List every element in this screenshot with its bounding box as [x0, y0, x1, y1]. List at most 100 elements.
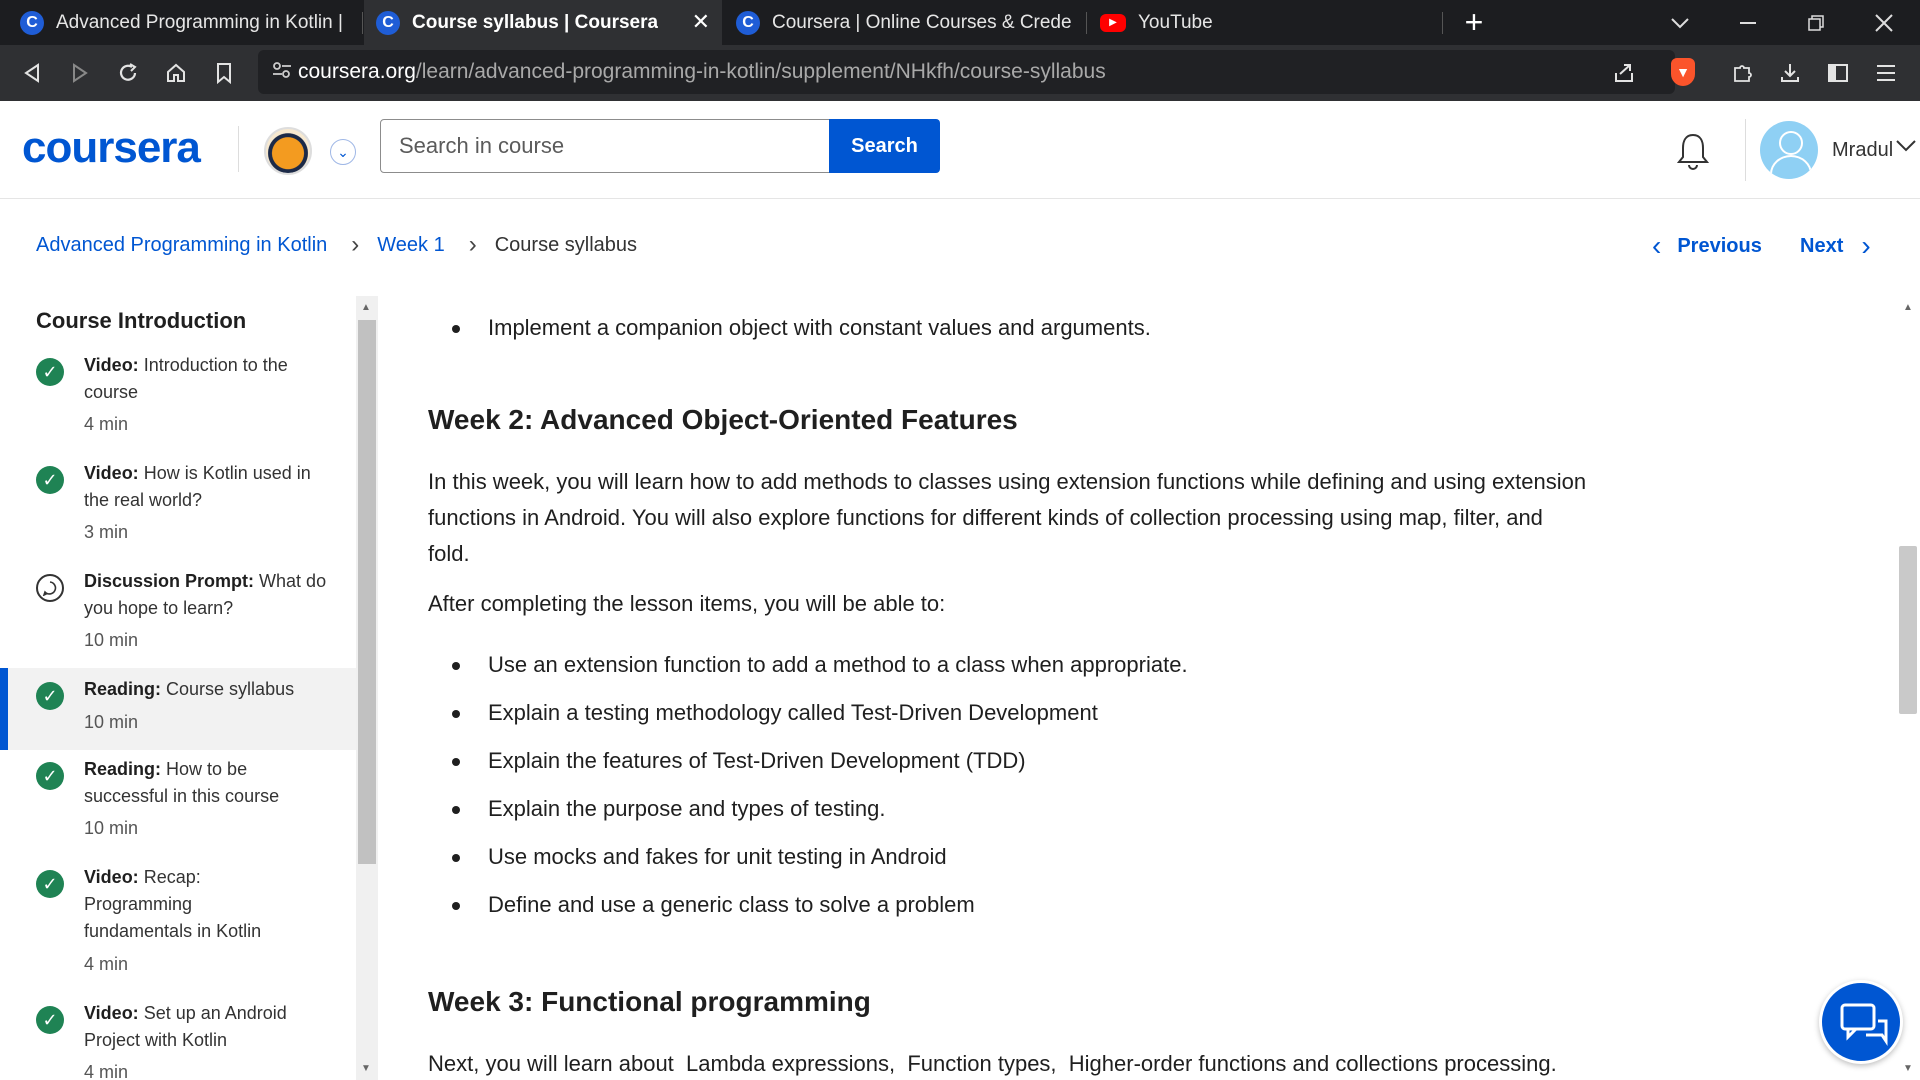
user-name[interactable]: Mradul	[1832, 139, 1893, 162]
sidebar-item-label: Video: Introduction to the course	[84, 352, 334, 406]
browser-tab[interactable]: C Advanced Programming in Kotlin | Cou	[8, 0, 360, 45]
brave-shield-icon[interactable]: ▼	[1671, 58, 1695, 86]
list-item: Explain the features of Test-Driven Deve…	[450, 745, 1188, 793]
list-item: Implement a companion object with consta…	[450, 312, 1151, 360]
sidebar-item-label: Video: Recap: Programming fundamentals i…	[84, 864, 284, 945]
tab-title: Advanced Programming in Kotlin | Cou	[56, 11, 348, 33]
chevron-right-icon: ›	[1861, 230, 1871, 261]
url-domain: coursera.org	[298, 60, 416, 83]
browser-tab-bar: C Advanced Programming in Kotlin | Cou C…	[0, 0, 1920, 45]
check-icon: ✓	[36, 682, 64, 710]
list-item: Use mocks and fakes for unit testing in …	[450, 841, 1188, 889]
item-duration: 3 min	[84, 522, 129, 542]
back-icon[interactable]	[12, 53, 52, 93]
week3-heading: Week 3: Functional programming	[428, 986, 871, 1017]
tab-search-chevron-icon[interactable]	[1650, 0, 1710, 45]
coursera-favicon-icon: C	[20, 10, 44, 35]
sidebar-item[interactable]: ✓ Reading: How to be successful in this …	[0, 750, 356, 858]
tab-title: Course syllabus | Coursera	[412, 11, 659, 33]
scrollbar-thumb[interactable]	[1899, 546, 1917, 714]
minimize-window-icon[interactable]	[1718, 0, 1778, 45]
notification-bell-icon[interactable]	[1676, 131, 1710, 171]
share-icon[interactable]	[1604, 53, 1644, 93]
item-duration: 4 min	[84, 954, 129, 974]
sidebar-item-label: Reading: How to be successful in this co…	[84, 756, 334, 810]
item-duration: 10 min	[84, 818, 139, 838]
sidebar-item[interactable]: ✓ Video: How is Kotlin used in the real …	[0, 454, 356, 562]
coursera-logo[interactable]: coursera	[22, 123, 201, 173]
week3-intro: Next, you will learn about Lambda expres…	[428, 1051, 1557, 1076]
chevron-down-icon[interactable]: ⌄	[330, 139, 356, 165]
list-item: Use an extension function to add a metho…	[450, 649, 1188, 697]
browser-tab-active[interactable]: C Course syllabus | Coursera ✕	[364, 0, 722, 45]
discussion-icon	[36, 574, 64, 602]
list-item: Explain a testing methodology called Tes…	[450, 697, 1188, 745]
chevron-right-icon: ›	[351, 231, 360, 258]
check-icon: ✓	[36, 358, 64, 386]
check-icon: ✓	[36, 762, 64, 790]
previous-label: Previous	[1677, 234, 1762, 257]
home-icon[interactable]	[156, 53, 196, 93]
reload-icon[interactable]	[108, 53, 148, 93]
list-item: Explain the purpose and types of testing…	[450, 793, 1188, 841]
close-tab-icon[interactable]: ✕	[692, 9, 710, 35]
tab-title: Coursera | Online Courses & Credentia	[772, 11, 1072, 33]
search-input[interactable]	[380, 119, 830, 173]
scroll-up-icon[interactable]: ▲	[361, 302, 371, 313]
chevron-left-icon: ‹	[1652, 230, 1662, 261]
sidebar-item[interactable]: ✓ Video: Recap: Programming fundamentals…	[0, 858, 356, 994]
item-type: Discussion Prompt:	[84, 571, 255, 591]
download-icon[interactable]	[1770, 53, 1810, 93]
check-icon: ✓	[36, 870, 64, 898]
chevron-down-icon[interactable]	[1896, 135, 1916, 158]
item-duration: 10 min	[84, 712, 139, 732]
new-tab-button[interactable]: +	[1444, 0, 1504, 45]
page-scrollbar[interactable]: ▲ ▼	[1895, 296, 1920, 1080]
bookmark-icon[interactable]	[204, 53, 244, 93]
sidebar-scrollbar[interactable]: ▲ ▼	[356, 296, 378, 1080]
sidebar-item[interactable]: ✓ Video: Set up an Android Project with …	[0, 994, 356, 1080]
sidebar-item-label: Video: How is Kotlin used in the real wo…	[84, 460, 334, 514]
avatar[interactable]	[1760, 121, 1818, 179]
search-button[interactable]: Search	[829, 119, 940, 173]
breadcrumb-current: Course syllabus	[494, 233, 638, 256]
item-duration: 4 min	[84, 1062, 129, 1080]
item-type: Video:	[84, 1003, 139, 1023]
sidebar-toggle-icon[interactable]	[1818, 53, 1858, 93]
browser-tab[interactable]: C Coursera | Online Courses & Credentia	[724, 0, 1084, 45]
item-type: Reading:	[84, 679, 162, 699]
header-divider	[238, 126, 239, 172]
site-header: coursera ⌄ Search Mradul	[0, 101, 1920, 199]
reading-content: Implement a companion object with consta…	[380, 296, 1895, 1080]
scrollbar-thumb[interactable]	[358, 320, 376, 864]
address-bar[interactable]: coursera.org/learn/advanced-programming-…	[258, 50, 1675, 94]
url-path: /learn/advanced-programming-in-kotlin/su…	[415, 60, 1106, 83]
menu-icon[interactable]	[1866, 53, 1906, 93]
breadcrumb-week-link[interactable]: Week 1	[377, 234, 444, 257]
scroll-up-icon[interactable]: ▲	[1903, 302, 1913, 313]
item-type: Video:	[84, 463, 139, 483]
close-window-icon[interactable]	[1854, 0, 1914, 45]
forward-icon[interactable]	[60, 53, 100, 93]
next-label: Next	[1800, 234, 1844, 257]
tab-divider	[1442, 12, 1443, 34]
breadcrumb-course-link[interactable]: Advanced Programming in Kotlin	[36, 234, 327, 257]
sidebar-item-active[interactable]: ✓ Reading: Course syllabus 10 min	[0, 668, 356, 750]
sidebar-item-label: Reading: Course syllabus	[84, 676, 334, 703]
course-sidebar: Course Introduction ✓ Video: Introductio…	[0, 296, 356, 1080]
university-logo-icon[interactable]	[264, 127, 312, 175]
next-button[interactable]: Next ›	[1800, 230, 1871, 262]
extensions-icon[interactable]	[1722, 53, 1762, 93]
bullet-list: Use an extension function to add a metho…	[450, 649, 1188, 937]
scroll-down-icon[interactable]: ▼	[361, 1063, 371, 1074]
sidebar-item[interactable]: Discussion Prompt: What do you hope to l…	[0, 562, 356, 670]
restore-window-icon[interactable]	[1786, 0, 1846, 45]
breadcrumb: Advanced Programming in Kotlin › Week 1 …	[36, 230, 637, 260]
sidebar-item[interactable]: ✓ Video: Introduction to the course 4 mi…	[0, 346, 356, 454]
site-settings-icon[interactable]	[272, 61, 298, 84]
chat-button[interactable]	[1819, 980, 1903, 1064]
coursera-favicon-icon: C	[736, 10, 760, 35]
previous-button[interactable]: ‹ Previous	[1652, 230, 1762, 262]
bullet-list: Implement a companion object with consta…	[450, 312, 1151, 360]
browser-tab[interactable]: ▶ YouTube	[1088, 0, 1428, 45]
